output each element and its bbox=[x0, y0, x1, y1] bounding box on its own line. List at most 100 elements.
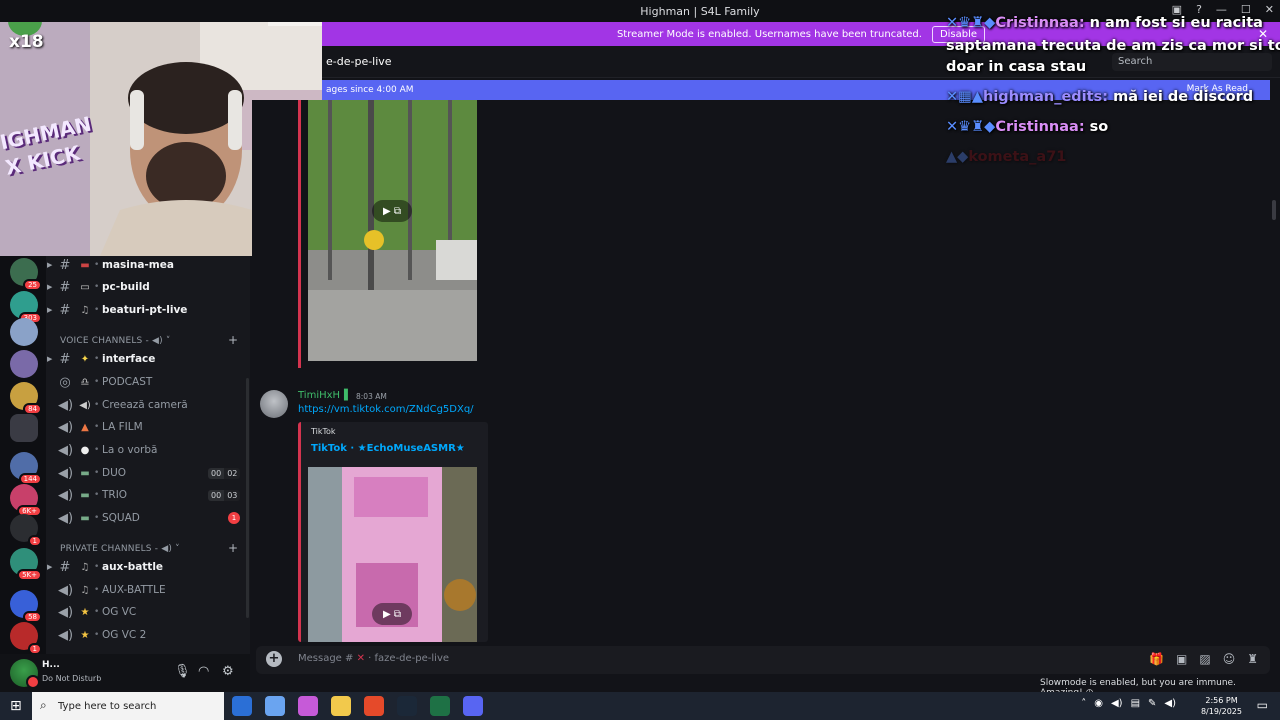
copilot-app-icon[interactable] bbox=[298, 696, 318, 716]
text-channel-icon: # bbox=[59, 279, 71, 295]
channel-item-creeaza-camera[interactable]: ◀) ◀) • Creează cameră bbox=[46, 395, 246, 415]
message-list: ▶ ⧉ TimiHxH ▌ 8:03 AM https://vm.tiktok.… bbox=[252, 100, 1276, 642]
play-icon[interactable]: ▶ ⧉ bbox=[372, 200, 412, 222]
channel-item-la-o-vorba[interactable]: ◀) ● • La o vorbă bbox=[46, 440, 246, 460]
avatar[interactable] bbox=[10, 659, 40, 689]
chat-badges-icon: ✕♛♜◆ bbox=[946, 15, 996, 31]
chat-line: ✕♛♜◆Cristinnaa: so bbox=[946, 119, 1109, 135]
channel-item-squad[interactable]: ◀) ▬ • SQUAD 1 bbox=[46, 508, 246, 528]
message-composer[interactable]: + Message # ✕ · faze-de-pe-live 🎁 ▣ ▨ ☺ … bbox=[256, 646, 1270, 674]
message-link[interactable]: https://vm.tiktok.com/ZNdCg5DXq/ bbox=[298, 404, 474, 415]
copilot-icon[interactable] bbox=[265, 696, 285, 716]
channel-item-la-film[interactable]: ◀) ▲ • LA FILM bbox=[46, 417, 246, 437]
gif-icon[interactable]: ▣ bbox=[1176, 652, 1187, 666]
server-icon[interactable]: 144 bbox=[10, 452, 42, 485]
gift-icon[interactable]: 🎁 bbox=[1149, 652, 1164, 666]
activities-icon[interactable]: ♜ bbox=[1247, 652, 1258, 666]
window-title: Highman | S4L Family bbox=[640, 4, 760, 18]
volume-icon[interactable]: ◀) bbox=[1111, 698, 1123, 709]
avatar[interactable] bbox=[260, 390, 288, 418]
server-rail: 25 303 84 144 6K+ 1 5K+ 58 1 bbox=[0, 256, 46, 655]
tray-chevron-icon[interactable]: ˄ bbox=[1081, 698, 1086, 709]
message-scrollbar[interactable] bbox=[1272, 200, 1276, 220]
embed-title[interactable]: TikTok · ★EchoMuseASMR★ bbox=[311, 443, 465, 454]
chat-badges-icon: ✕▦▲ bbox=[946, 89, 984, 105]
file-explorer-icon[interactable] bbox=[331, 696, 351, 716]
unread-badge: 1 bbox=[228, 512, 240, 524]
server-icon[interactable]: 6K+ bbox=[10, 484, 42, 517]
channel-item-trio[interactable]: ◀) ▬ • TRIO 00 03 bbox=[46, 485, 246, 505]
message-author[interactable]: TimiHxH bbox=[298, 390, 340, 401]
server-icon[interactable]: 5K+ bbox=[10, 548, 42, 581]
speaker-icon: ◀) bbox=[152, 336, 163, 346]
speaker-icon: ◀) bbox=[79, 399, 91, 411]
video-thumbnail[interactable]: ▶ ⧉ bbox=[308, 467, 477, 642]
chat-line: ✕▦▲highman_edits: mă iei de discord bbox=[946, 89, 1254, 105]
new-messages-text: ages since 4:00 AM bbox=[326, 85, 414, 95]
notification-icon[interactable]: ▭ bbox=[1257, 698, 1268, 712]
server-icon[interactable]: 58 bbox=[10, 590, 42, 623]
channel-emoji-icon: ✕ bbox=[356, 653, 365, 664]
message-input[interactable]: Message # ✕ · faze-de-pe-live bbox=[298, 653, 449, 664]
excel-icon[interactable] bbox=[430, 696, 450, 716]
server-icon[interactable]: 25 bbox=[10, 258, 42, 291]
taskbar-search-input[interactable]: ⌕ Type here to search bbox=[32, 692, 224, 720]
private-channels-category[interactable]: PRIVATE CHANNELS - ◀) ˅ + bbox=[60, 541, 238, 555]
voice-channel-icon: ◀) bbox=[58, 510, 74, 526]
server-icon[interactable]: 1 bbox=[10, 514, 42, 547]
voice-channel-icon: ◀) bbox=[58, 442, 74, 458]
add-channel-button[interactable]: + bbox=[228, 541, 238, 555]
taskbar-clock[interactable]: 2:56 PM 8/19/2025 bbox=[1201, 695, 1242, 717]
streamer-mode-text: Streamer Mode is enabled. Usernames have… bbox=[616, 28, 922, 40]
video-thumbnail[interactable]: ▶ ⧉ bbox=[308, 100, 477, 361]
server-icon[interactable] bbox=[10, 350, 38, 378]
voice-channels-category[interactable]: VOICE CHANNELS - ◀) ˅ + bbox=[60, 333, 238, 347]
brave-browser-icon[interactable] bbox=[364, 696, 384, 716]
voice-channel-icon: ◀) bbox=[58, 487, 74, 503]
server-folder-icon[interactable] bbox=[10, 414, 38, 442]
voice-channel-icon: ◀) bbox=[58, 419, 74, 435]
steam-icon[interactable] bbox=[397, 696, 417, 716]
discord-tray-icon[interactable]: ◉ bbox=[1094, 698, 1103, 709]
server-icon[interactable] bbox=[10, 318, 38, 346]
windows-start-icon[interactable]: ⊞ bbox=[10, 698, 22, 714]
channel-item-og-vc-2[interactable]: ◀) ★ • OG VC 2 bbox=[46, 625, 246, 645]
speaker-tray-icon[interactable]: ◀) bbox=[1164, 698, 1176, 709]
voice-channel-icon: ◀) bbox=[58, 604, 74, 620]
channel-item-podcast[interactable]: ◎ ♎ • PODCAST bbox=[46, 372, 246, 392]
add-channel-button[interactable]: + bbox=[228, 333, 238, 347]
task-view-icon[interactable] bbox=[232, 696, 252, 716]
channel-item-og-vc[interactable]: ◀) ★ • OG VC bbox=[46, 602, 246, 622]
settings-gear-icon[interactable]: ⚙ bbox=[222, 664, 234, 679]
channel-item-interface[interactable]: ▶ # ✦ • interface bbox=[46, 349, 246, 369]
pen-icon[interactable]: ✎ bbox=[1148, 698, 1156, 709]
voice-channel-icon: ◀) bbox=[58, 582, 74, 598]
channel-item-pc-build[interactable]: ▶ # ▭ • pc-build bbox=[46, 277, 246, 297]
server-icon[interactable]: 84 bbox=[10, 382, 42, 415]
sidebar-scrollbar[interactable] bbox=[246, 378, 249, 618]
speech-bubble-icon: ● bbox=[80, 444, 90, 456]
gamepad-icon: ▬ bbox=[80, 467, 90, 479]
sticker-icon[interactable]: ▨ bbox=[1199, 652, 1210, 666]
close-button[interactable]: ✕ bbox=[1265, 3, 1274, 16]
server-icon[interactable]: 1 bbox=[10, 622, 42, 655]
headphones-icon[interactable]: ◠ bbox=[198, 664, 209, 679]
channel-item-beaturi-pt-live[interactable]: ▶ # ♫ • beaturi-pt-live bbox=[46, 300, 246, 320]
popcorn-icon: ▲ bbox=[81, 421, 89, 433]
laptop-icon: ▭ bbox=[80, 281, 90, 293]
channel-item-aux-battle-voice[interactable]: ◀) ♫ • AUX-BATTLE bbox=[46, 580, 246, 600]
search-input[interactable]: Search bbox=[1112, 53, 1272, 71]
user-status: Do Not Disturb bbox=[42, 674, 102, 683]
play-icon[interactable]: ▶ ⧉ bbox=[372, 603, 412, 625]
channel-item-masina-mea[interactable]: ▶ # ▬ • masina-mea bbox=[46, 255, 246, 275]
server-icon[interactable]: 303 bbox=[10, 291, 42, 324]
microphone-icon[interactable]: 🎙 bbox=[174, 664, 191, 679]
chat-line: doar in casa stau bbox=[946, 59, 1087, 75]
channel-item-duo[interactable]: ◀) ▬ • DUO 00 02 bbox=[46, 463, 246, 483]
add-attachment-button[interactable]: + bbox=[266, 651, 282, 667]
discord-icon[interactable] bbox=[463, 696, 483, 716]
network-icon[interactable]: ▤ bbox=[1131, 698, 1140, 709]
emoji-icon[interactable]: ☺ bbox=[1223, 652, 1236, 666]
channel-item-aux-battle[interactable]: ▶ # ♫ • aux-battle bbox=[46, 557, 246, 577]
car-icon: ▬ bbox=[80, 259, 90, 271]
